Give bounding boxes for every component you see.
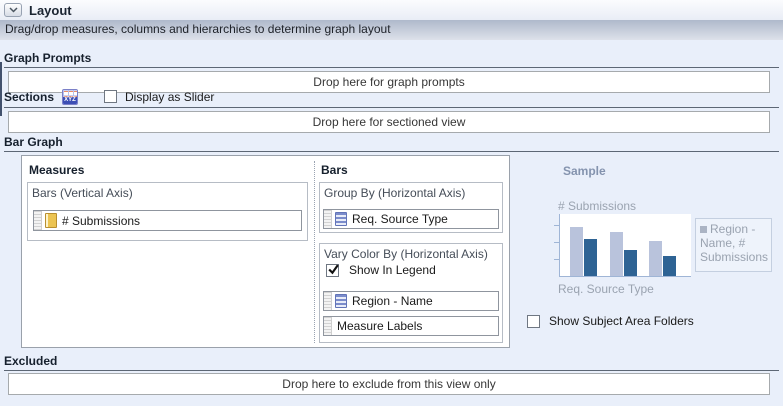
attribute-column-icon [335, 294, 347, 308]
vary-color-item-region-name[interactable]: Region - Name [323, 291, 499, 311]
sample-bar [649, 241, 662, 276]
measures-zone[interactable]: Bars (Vertical Axis) # Submissions [27, 182, 308, 241]
drag-handle-icon[interactable] [324, 317, 332, 335]
attribute-column-icon [335, 212, 347, 226]
bars-title: Bars [321, 163, 348, 177]
graph-prompts-header: Graph Prompts [4, 51, 779, 68]
measures-zone-label: Bars (Vertical Axis) [32, 186, 133, 200]
show-subject-area-folders-row: Show Subject Area Folders [527, 314, 694, 328]
measure-column-icon [45, 213, 57, 228]
column-separator [314, 161, 315, 343]
show-in-legend-label: Show In Legend [349, 263, 436, 277]
sample-bar [663, 256, 676, 276]
sample-bar [610, 232, 623, 276]
panel-title: Layout [29, 3, 72, 18]
sample-chart [559, 214, 691, 277]
bar-graph-header-label: Bar Graph [4, 135, 63, 149]
group-by-zone-label: Group By (Horizontal Axis) [324, 186, 465, 200]
left-panel-edge [0, 62, 2, 116]
sample-chart-bars [560, 214, 691, 276]
vary-color-item-measure-labels[interactable]: Measure Labels [323, 316, 499, 336]
layout-panel: Layout Drag/drop measures, columns and h… [0, 0, 783, 406]
panel-titlebar: Layout [0, 0, 783, 20]
show-subject-area-folders-label: Show Subject Area Folders [549, 314, 694, 328]
bar-graph-layout-box: Measures Bars (Vertical Axis) # Submissi… [21, 155, 510, 348]
sections-header-label: Sections [4, 90, 54, 104]
excluded-header: Excluded [4, 354, 779, 371]
sample-bar [570, 227, 583, 276]
sample-x-axis-label: Req. Source Type [558, 282, 654, 296]
sample-bar [624, 250, 637, 276]
panel-subtitle: Drag/drop measures, columns and hierarch… [0, 20, 783, 40]
graph-prompts-header-label: Graph Prompts [4, 51, 91, 65]
sections-table-icon: XYZ [62, 89, 78, 105]
vary-color-item-label: Region - Name [352, 294, 433, 308]
chevron-down-icon [9, 7, 18, 13]
drag-handle-icon[interactable] [34, 211, 42, 230]
group-by-item-label: Req. Source Type [352, 212, 448, 226]
show-in-legend-row: Show In Legend [326, 263, 436, 277]
sections-dropzone[interactable]: Drop here for sectioned view [8, 111, 770, 133]
sample-legend: Region - Name, # Submissions [695, 218, 772, 272]
show-subject-area-folders-checkbox[interactable] [527, 315, 540, 328]
vary-color-by-zone-label: Vary Color By (Horizontal Axis) [324, 247, 488, 261]
measure-item-submissions[interactable]: # Submissions [33, 210, 302, 231]
bar-graph-header: Bar Graph [4, 135, 779, 152]
show-in-legend-checkbox[interactable] [326, 264, 339, 277]
sections-header: Sections XYZ Display as Slider [4, 88, 779, 108]
drag-handle-icon[interactable] [324, 292, 332, 310]
measure-item-label: # Submissions [62, 214, 140, 228]
excluded-header-label: Excluded [4, 354, 57, 368]
vary-color-item-label: Measure Labels [337, 319, 422, 333]
collapse-panel-button[interactable] [4, 3, 22, 17]
sample-y-axis-label: # Submissions [558, 199, 636, 213]
group-by-item-req-source-type[interactable]: Req. Source Type [323, 209, 499, 229]
vary-color-by-zone[interactable]: Vary Color By (Horizontal Axis) Show In … [319, 243, 503, 343]
excluded-dropzone[interactable]: Drop here to exclude from this view only [8, 373, 770, 395]
legend-label: Region - Name, # Submissions [700, 222, 768, 264]
sample-title: Sample [563, 164, 606, 178]
display-as-slider-label: Display as Slider [125, 90, 214, 104]
legend-swatch-icon [700, 226, 707, 233]
display-as-slider-checkbox[interactable] [104, 90, 117, 103]
drag-handle-icon[interactable] [324, 210, 332, 228]
sample-bar [584, 239, 597, 276]
group-by-zone[interactable]: Group By (Horizontal Axis) Req. Source T… [319, 182, 503, 233]
measures-title: Measures [29, 163, 84, 177]
